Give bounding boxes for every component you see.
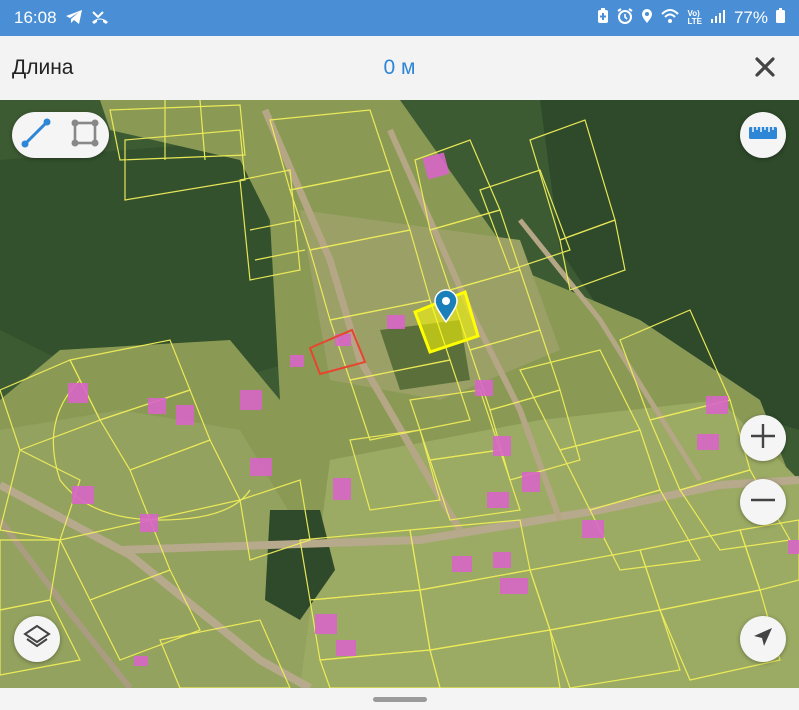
battery-saver-icon — [597, 7, 609, 29]
map-pin-icon[interactable] — [433, 289, 459, 323]
bottom-sheet-handle[interactable] — [373, 697, 427, 702]
telegram-icon — [65, 9, 83, 28]
close-icon[interactable] — [749, 50, 781, 84]
zoom-out-button[interactable] — [740, 479, 786, 525]
ruler-button[interactable] — [740, 112, 786, 158]
satellite-map[interactable] — [0, 100, 799, 688]
plus-icon — [749, 422, 777, 455]
location-icon — [641, 8, 653, 29]
status-bar: 16:08 Vo) LTE 77% — [0, 0, 799, 36]
minus-icon — [749, 486, 777, 519]
ruler-icon — [748, 122, 778, 149]
wifi-icon — [661, 8, 680, 29]
battery-percent: 77% — [733, 8, 768, 27]
volte-icon: Vo) LTE — [687, 9, 702, 26]
missed-call-icon — [91, 9, 109, 28]
area-measure-icon[interactable] — [69, 117, 101, 154]
layers-icon — [23, 623, 51, 656]
status-time: 16:08 — [14, 8, 57, 27]
zoom-in-button[interactable] — [740, 415, 786, 461]
alarm-icon — [617, 7, 634, 29]
navigation-arrow-icon — [751, 625, 775, 654]
line-measure-icon[interactable] — [20, 117, 52, 154]
my-location-button[interactable] — [740, 616, 786, 662]
battery-icon — [776, 8, 785, 28]
measure-tools — [12, 112, 109, 158]
measure-toolbar: Длина 0 м — [0, 36, 799, 100]
map-canvas — [0, 100, 799, 688]
signal-icon — [710, 8, 726, 28]
measure-mode-title: Длина — [12, 56, 74, 79]
layers-button[interactable] — [14, 616, 60, 662]
